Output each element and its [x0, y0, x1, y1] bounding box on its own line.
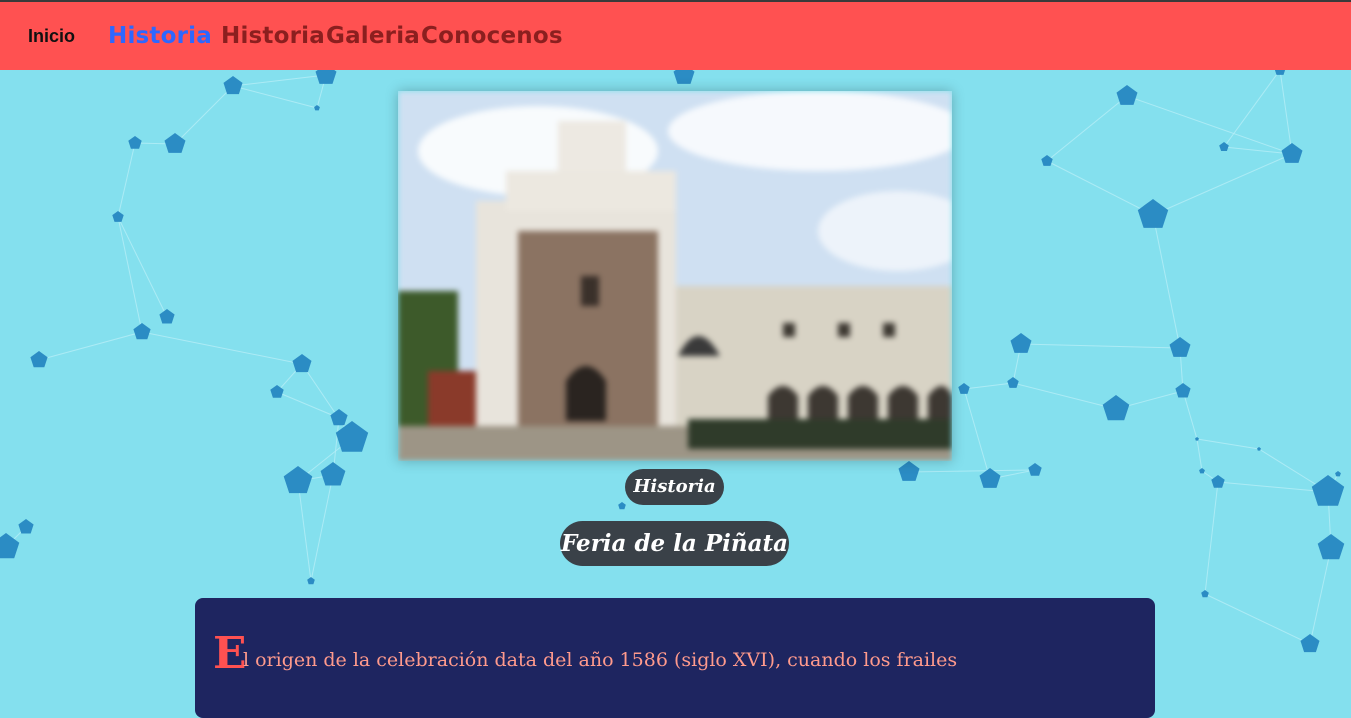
network-edge	[141, 331, 303, 365]
network-node-icon	[159, 309, 175, 324]
network-edge	[1182, 390, 1198, 440]
network-edge	[963, 388, 991, 480]
section-tag-historia: Historia	[625, 469, 724, 505]
network-edge	[232, 74, 327, 87]
network-edge	[117, 216, 143, 333]
network-node-icon	[307, 577, 315, 585]
network-node-icon	[128, 136, 142, 149]
network-node-icon	[1317, 534, 1345, 560]
network-node-icon	[1281, 143, 1303, 163]
network-node-icon	[1028, 463, 1042, 476]
network-node-icon	[335, 421, 369, 452]
network-edge	[1309, 547, 1332, 645]
network-node-icon	[1041, 155, 1053, 166]
network-edge	[1279, 69, 1293, 155]
article-dropcap: E	[213, 628, 247, 679]
network-edge	[1196, 438, 1260, 450]
network-node-icon	[1010, 333, 1032, 353]
church-photo-icon	[398, 91, 952, 461]
network-node-icon	[283, 466, 313, 494]
network-node-icon	[1195, 437, 1199, 441]
network-node-icon	[1257, 447, 1261, 451]
network-node-icon	[112, 211, 124, 222]
network-edge	[310, 474, 334, 582]
network-edge	[1204, 481, 1219, 595]
network-edge	[1126, 95, 1293, 155]
navbar: Inicio Historia Historia Galeria Conocen…	[0, 2, 1351, 70]
network-node-icon	[1007, 377, 1019, 388]
network-node-icon	[1211, 475, 1225, 488]
network-node-icon	[133, 323, 151, 340]
network-edge	[1152, 214, 1181, 349]
network-edge	[1046, 160, 1154, 216]
network-node-icon	[618, 502, 626, 510]
nav-link-historia-active[interactable]: Historia	[108, 23, 212, 49]
network-node-icon	[223, 76, 243, 95]
network-edge	[963, 382, 1014, 390]
network-node-icon	[18, 519, 34, 534]
network-node-icon	[898, 461, 920, 481]
network-edge	[117, 216, 168, 318]
network-node-icon	[292, 354, 312, 373]
network-edge	[38, 331, 143, 361]
network-edge	[1217, 481, 1329, 493]
network-edge	[297, 480, 312, 582]
network-node-icon	[330, 409, 348, 426]
network-node-icon	[1175, 383, 1191, 398]
network-node-icon	[1116, 85, 1138, 105]
network-edge	[1012, 382, 1117, 410]
network-node-icon	[1137, 199, 1169, 228]
network-node-icon	[320, 462, 346, 486]
network-node-icon	[958, 383, 970, 394]
network-edge	[1046, 95, 1128, 162]
network-edge	[908, 469, 1036, 473]
nav-link-conocenos[interactable]: Conocenos	[421, 23, 563, 49]
nav-link-historia[interactable]: Historia	[221, 23, 325, 49]
network-node-icon	[1300, 634, 1320, 653]
nav-link-galeria[interactable]: Galeria	[326, 23, 420, 49]
hero-photo	[398, 91, 952, 461]
network-edge	[1196, 438, 1203, 472]
article-box: E l origen de la celebración data del añ…	[195, 598, 1155, 718]
network-edge	[1152, 153, 1293, 216]
network-node-icon	[1335, 471, 1341, 477]
network-edge	[232, 85, 318, 109]
network-node-icon	[1199, 468, 1205, 474]
network-node-icon	[1102, 395, 1130, 421]
network-node-icon	[1169, 337, 1191, 357]
network-edge	[117, 142, 136, 218]
network-edge	[1020, 343, 1181, 349]
network-edge	[1204, 593, 1311, 645]
network-edge	[1223, 69, 1281, 148]
network-node-icon	[314, 105, 320, 111]
network-node-icon	[1201, 590, 1209, 598]
network-node-icon	[30, 351, 48, 368]
nav-brand-inicio[interactable]: Inicio	[28, 26, 75, 47]
network-edge	[174, 85, 234, 145]
article-paragraph: l origen de la celebración data del año …	[243, 649, 958, 671]
network-node-icon	[1219, 142, 1229, 151]
page-title: Feria de la Piñata	[560, 521, 789, 566]
network-node-icon	[1311, 475, 1345, 506]
